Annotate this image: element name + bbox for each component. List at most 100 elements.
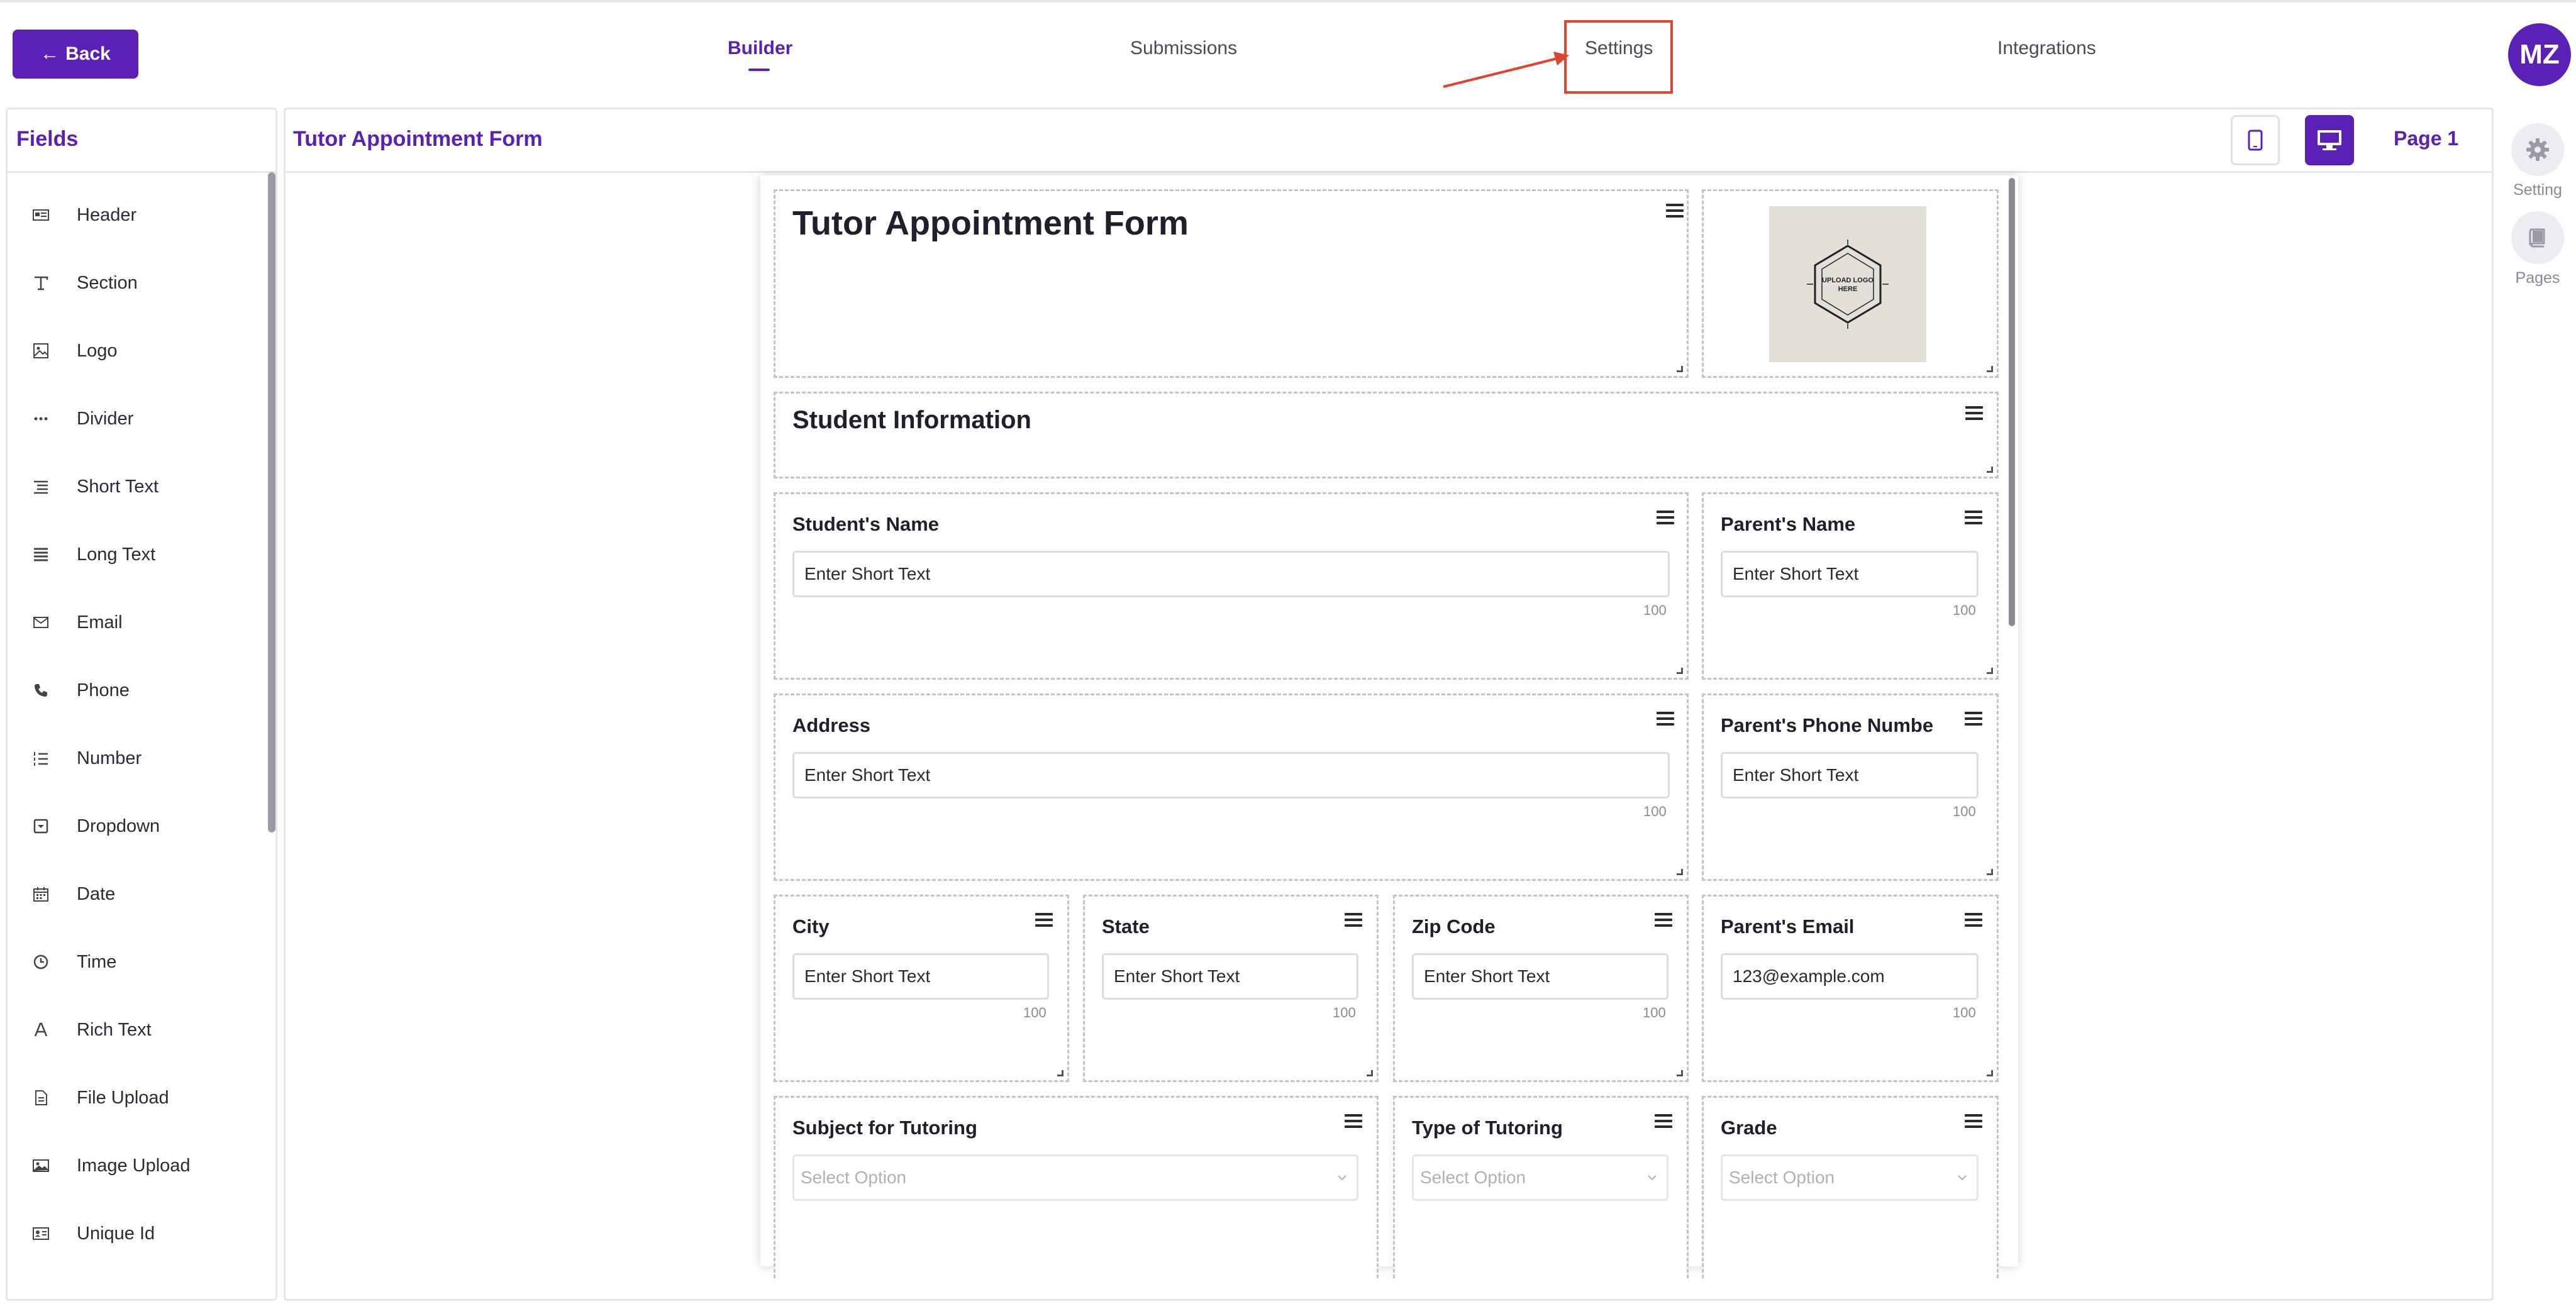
field-item-image-upload[interactable]: Image Upload [30,1147,191,1185]
field-block-grade[interactable]: Grade Select Option [1702,1096,1999,1278]
char-limit: 100 [1643,804,1667,819]
char-limit: 100 [1023,1005,1046,1020]
field-item-time[interactable]: Time [30,943,116,981]
resize-handle-icon[interactable] [1677,668,1683,674]
resize-handle-icon[interactable] [1677,366,1683,372]
pages-rail-label: Pages [2515,269,2560,287]
menu-icon[interactable] [1666,204,1685,219]
field-item-label: Date [77,883,116,904]
menu-icon[interactable] [1965,511,1984,526]
resize-handle-icon[interactable] [1677,869,1683,875]
field-block-subject[interactable]: Subject for Tutoring Select Option [774,1096,1379,1278]
form-title-block[interactable]: Tutor Appointment Form [774,189,1689,378]
resize-handle-icon[interactable] [1367,1070,1373,1076]
back-button[interactable]: ← Back [13,30,138,79]
menu-icon[interactable] [1965,406,1984,421]
menu-icon[interactable] [1657,712,1675,727]
subject-select[interactable]: Select Option [792,1154,1358,1201]
menu-icon[interactable] [1657,511,1675,526]
field-item-long-text[interactable]: Long Text [30,536,155,573]
fields-scrollbar[interactable] [268,172,275,832]
field-block-state[interactable]: State Enter Short Text 100 [1083,895,1379,1082]
logo-block[interactable]: UPLOAD LOGO HERE [1702,189,1999,378]
parents-email-input[interactable]: 123@example.com [1721,953,1979,1000]
menu-icon[interactable] [1965,1114,1984,1129]
resize-handle-icon[interactable] [1057,1070,1063,1076]
chevron-down-icon [1648,1175,1657,1181]
field-block-students-name[interactable]: Student's Name Enter Short Text 100 [774,492,1689,680]
city-input[interactable]: Enter Short Text [792,953,1049,1000]
fields-panel: Fields Header Section Logo Divider Short… [6,108,277,1301]
page-selector[interactable]: Page 1 [2394,127,2458,150]
tab-submissions[interactable]: Submissions [1130,38,1237,59]
menu-icon[interactable] [1345,1114,1363,1129]
field-item-label: Section [77,272,138,293]
resize-handle-icon[interactable] [1987,366,1993,372]
field-block-parents-phone[interactable]: Parent's Phone Numbe Enter Short Text 10… [1702,693,1999,881]
pages-rail-button[interactable] [2511,211,2564,264]
form-name-title: Tutor Appointment Form [293,127,543,151]
field-block-city[interactable]: City Enter Short Text 100 [774,895,1069,1082]
zip-input[interactable]: Enter Short Text [1412,953,1668,1000]
state-input[interactable]: Enter Short Text [1102,953,1358,1000]
field-block-zip[interactable]: Zip Code Enter Short Text 100 [1393,895,1689,1082]
field-item-email[interactable]: Email [30,604,123,641]
field-item-divider[interactable]: Divider [30,400,133,438]
text-t-icon [30,274,52,292]
field-label: Address [792,714,871,736]
divider [286,171,2492,173]
menu-icon[interactable] [1965,913,1984,928]
menu-icon[interactable] [1655,1114,1674,1129]
students-name-input[interactable]: Enter Short Text [792,551,1670,597]
dots-icon [30,410,52,428]
top-border [0,0,2576,3]
short-text-icon [30,478,52,495]
address-input[interactable]: Enter Short Text [792,752,1670,798]
parents-name-input[interactable]: Enter Short Text [1721,551,1979,597]
dropdown-icon [30,817,52,835]
setting-rail-button[interactable] [2511,123,2564,176]
field-item-header[interactable]: Header [30,196,136,234]
field-block-parents-email[interactable]: Parent's Email 123@example.com 100 [1702,895,1999,1082]
desktop-view-button[interactable] [2305,115,2354,165]
field-item-file-upload[interactable]: File Upload [30,1079,169,1117]
parents-phone-input[interactable]: Enter Short Text [1721,752,1979,798]
resize-handle-icon[interactable] [1677,1070,1683,1076]
tab-builder[interactable]: Builder [728,38,792,59]
field-item-short-text[interactable]: Short Text [30,468,158,506]
user-avatar[interactable]: MZ [2508,23,2571,86]
field-item-date[interactable]: Date [30,875,115,913]
resize-handle-icon[interactable] [1987,668,1993,674]
tab-integrations[interactable]: Integrations [1997,38,2096,59]
type-select[interactable]: Select Option [1412,1154,1668,1201]
char-limit: 100 [1643,1005,1666,1020]
menu-icon[interactable] [1655,913,1674,928]
field-item-number[interactable]: Number [30,739,142,777]
tablet-view-button[interactable] [2231,115,2280,165]
image-upload-icon [30,1157,52,1174]
field-item-label: Image Upload [77,1155,191,1176]
resize-handle-icon[interactable] [1987,869,1993,875]
field-label: Parent's Name [1721,513,1856,535]
field-item-dropdown[interactable]: Dropdown [30,807,160,845]
resize-handle-icon[interactable] [1987,1070,1993,1076]
section-block[interactable]: Student Information [774,392,1999,478]
fields-panel-title: Fields [16,127,79,151]
menu-icon[interactable] [1965,712,1984,727]
field-item-logo[interactable]: Logo [30,332,118,370]
menu-icon[interactable] [1345,913,1363,928]
resize-handle-icon[interactable] [1987,467,1993,473]
field-item-section[interactable]: Section [30,264,138,302]
form-scrollbar[interactable] [2009,178,2015,626]
field-item-phone[interactable]: Phone [30,671,130,709]
menu-icon[interactable] [1035,913,1054,928]
char-limit: 100 [1953,1005,1976,1020]
field-block-address[interactable]: Address Enter Short Text 100 [774,693,1689,881]
field-item-unique-id[interactable]: Unique Id [30,1215,155,1252]
grade-select[interactable]: Select Option [1721,1154,1979,1201]
field-block-type[interactable]: Type of Tutoring Select Option [1393,1096,1689,1278]
field-item-rich-text[interactable]: Rich Text [30,1011,152,1049]
char-limit: 100 [1333,1005,1356,1020]
field-block-parents-name[interactable]: Parent's Name Enter Short Text 100 [1702,492,1999,680]
field-label: State [1102,915,1150,937]
